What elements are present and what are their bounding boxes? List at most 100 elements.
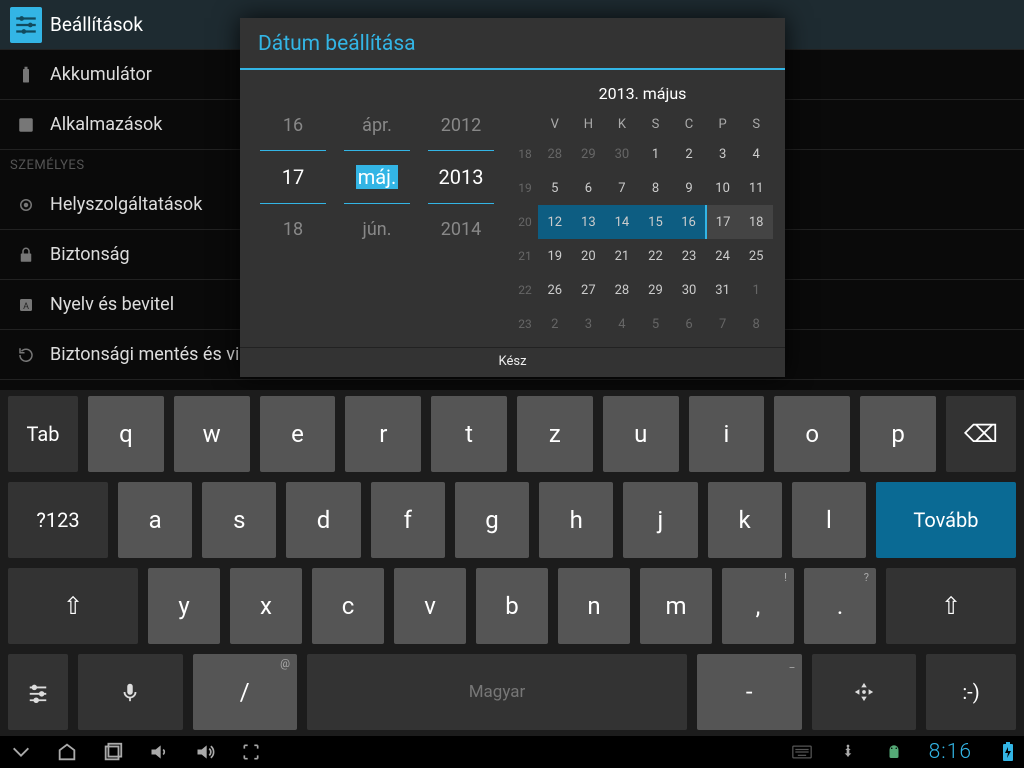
key-d[interactable]: d: [286, 482, 360, 558]
key-l[interactable]: l: [792, 482, 866, 558]
key-g[interactable]: g: [455, 482, 529, 558]
month-spinner[interactable]: ápr. máj. jún.: [344, 100, 410, 341]
calendar-day[interactable]: 29: [572, 137, 606, 171]
calendar-day[interactable]: 8: [639, 171, 673, 205]
calendar-day[interactable]: 27: [572, 273, 606, 307]
key-[interactable]: ,!: [722, 568, 794, 644]
year-spinner[interactable]: 2012 2013 2014: [428, 100, 494, 341]
calendar-day[interactable]: 30: [605, 137, 639, 171]
key-[interactable]: /@: [193, 654, 298, 730]
key-a[interactable]: a: [118, 482, 192, 558]
emoji-key[interactable]: :-): [926, 654, 1016, 730]
calendar-day[interactable]: 28: [538, 137, 572, 171]
calendar-day[interactable]: 9: [672, 171, 706, 205]
next-key[interactable]: Tovább: [876, 482, 1016, 558]
key-x[interactable]: x: [230, 568, 302, 644]
key-e[interactable]: e: [260, 396, 336, 472]
settings-key[interactable]: [8, 654, 68, 730]
spinner-next[interactable]: 18: [260, 204, 326, 254]
key-b[interactable]: b: [476, 568, 548, 644]
spinner-prev[interactable]: 16: [260, 100, 326, 150]
calendar-day[interactable]: 10: [706, 171, 740, 205]
key-u[interactable]: u: [603, 396, 679, 472]
calendar-day[interactable]: 17: [706, 205, 740, 239]
shift-key[interactable]: ⇧: [8, 568, 138, 644]
dpad-key[interactable]: [812, 654, 917, 730]
key-c[interactable]: c: [312, 568, 384, 644]
calendar-day[interactable]: 4: [739, 137, 773, 171]
calendar-day[interactable]: 13: [572, 205, 606, 239]
calendar-day[interactable]: 23: [672, 239, 706, 273]
calendar-day[interactable]: 8: [739, 307, 773, 341]
screenshot-button[interactable]: [240, 741, 262, 763]
shift-key-right[interactable]: ⇧: [886, 568, 1016, 644]
key-p[interactable]: p: [860, 396, 936, 472]
calendar-day[interactable]: 2: [538, 307, 572, 341]
hide-keyboard-button[interactable]: [10, 741, 32, 763]
calendar-day[interactable]: 29: [639, 273, 673, 307]
spinner-prev[interactable]: 2012: [428, 100, 494, 150]
mic-key[interactable]: [78, 654, 183, 730]
calendar-day[interactable]: 22: [639, 239, 673, 273]
calendar-day[interactable]: 4: [605, 307, 639, 341]
key-h[interactable]: h: [539, 482, 613, 558]
calendar-day[interactable]: 6: [672, 307, 706, 341]
key-n[interactable]: n: [558, 568, 630, 644]
volume-up-button[interactable]: [194, 741, 216, 763]
key-r[interactable]: r: [345, 396, 421, 472]
key-w[interactable]: w: [174, 396, 250, 472]
spinner-prev[interactable]: ápr.: [344, 100, 410, 150]
calendar-day[interactable]: 18: [739, 205, 773, 239]
day-spinner[interactable]: 16 17 18: [260, 100, 326, 341]
spinner-next[interactable]: 2014: [428, 204, 494, 254]
key-i[interactable]: i: [689, 396, 765, 472]
calendar-day[interactable]: 16: [672, 205, 706, 239]
key-j[interactable]: j: [623, 482, 697, 558]
key-y[interactable]: y: [148, 568, 220, 644]
backspace-key[interactable]: ⌫: [946, 396, 1016, 472]
done-button[interactable]: Kész: [240, 347, 785, 377]
key-123[interactable]: ?123: [8, 482, 108, 558]
volume-down-button[interactable]: [148, 741, 170, 763]
calendar-day[interactable]: 5: [639, 307, 673, 341]
key-f[interactable]: f: [371, 482, 445, 558]
spinner-next[interactable]: jún.: [344, 204, 410, 254]
calendar-day[interactable]: 11: [739, 171, 773, 205]
calendar-day[interactable]: 1: [639, 137, 673, 171]
spacebar[interactable]: Magyar: [307, 654, 687, 730]
key-[interactable]: .?: [804, 568, 876, 644]
calendar-day[interactable]: 31: [706, 273, 740, 307]
calendar-day[interactable]: 14: [605, 205, 639, 239]
calendar-day[interactable]: 1: [739, 273, 773, 307]
calendar-day[interactable]: 2: [672, 137, 706, 171]
calendar-day[interactable]: 30: [672, 273, 706, 307]
calendar-day[interactable]: 3: [706, 137, 740, 171]
key-Tab[interactable]: Tab: [8, 396, 78, 472]
calendar-day[interactable]: 7: [605, 171, 639, 205]
calendar-day[interactable]: 21: [605, 239, 639, 273]
calendar-day[interactable]: 5: [538, 171, 572, 205]
recents-button[interactable]: [102, 741, 124, 763]
calendar-day[interactable]: 3: [572, 307, 606, 341]
calendar-day[interactable]: 12: [538, 205, 572, 239]
calendar-day[interactable]: 6: [572, 171, 606, 205]
key-q[interactable]: q: [88, 396, 164, 472]
keyboard-switch-icon[interactable]: [791, 741, 813, 763]
calendar-day[interactable]: 26: [538, 273, 572, 307]
calendar-day[interactable]: 24: [706, 239, 740, 273]
home-button[interactable]: [56, 741, 78, 763]
calendar-day[interactable]: 25: [739, 239, 773, 273]
key-o[interactable]: o: [774, 396, 850, 472]
calendar-day[interactable]: 28: [605, 273, 639, 307]
key-v[interactable]: v: [394, 568, 466, 644]
calendar-day[interactable]: 7: [706, 307, 740, 341]
key-s[interactable]: s: [202, 482, 276, 558]
key-[interactable]: -_: [697, 654, 802, 730]
key-z[interactable]: z: [517, 396, 593, 472]
calendar-day[interactable]: 15: [639, 205, 673, 239]
key-t[interactable]: t: [431, 396, 507, 472]
key-m[interactable]: m: [640, 568, 712, 644]
key-k[interactable]: k: [708, 482, 782, 558]
calendar-day[interactable]: 19: [538, 239, 572, 273]
calendar-day[interactable]: 20: [572, 239, 606, 273]
